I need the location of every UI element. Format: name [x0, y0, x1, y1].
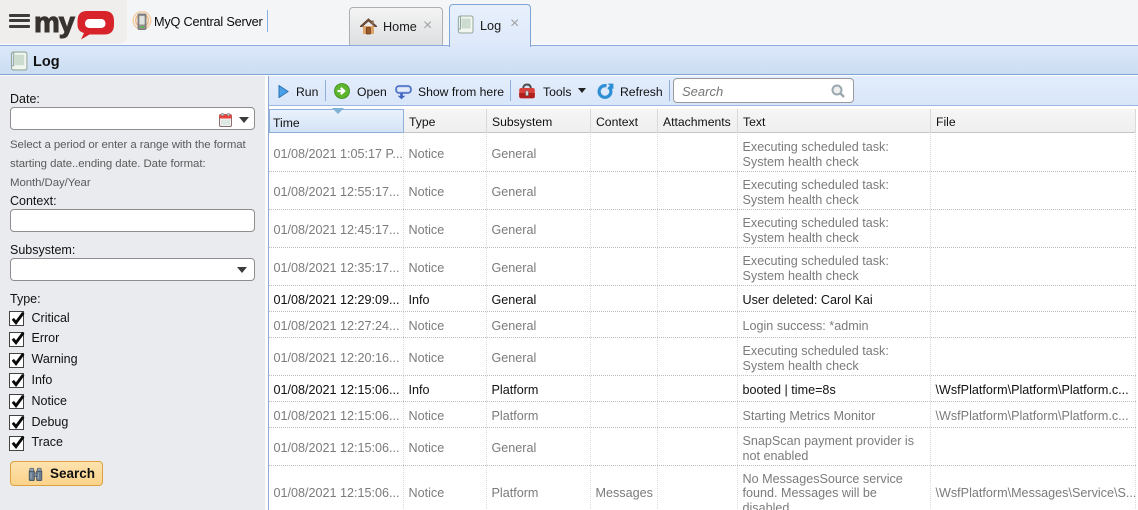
svg-text:my: my: [34, 8, 75, 39]
